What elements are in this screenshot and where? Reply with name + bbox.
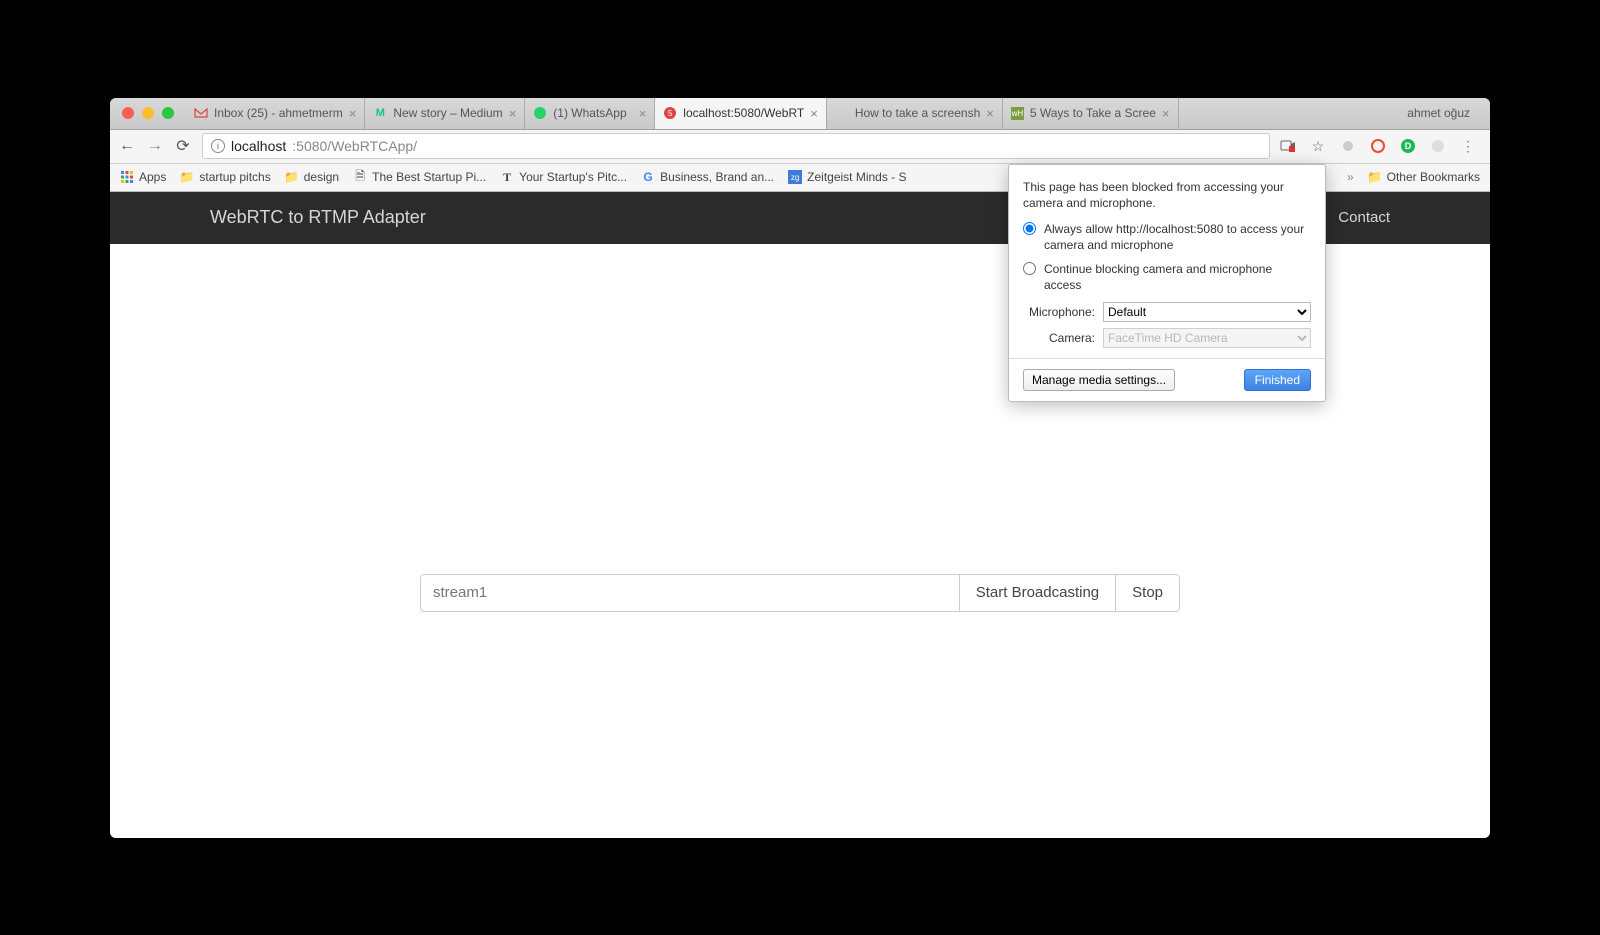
bookmark-label: Zeitgeist Minds - S <box>807 170 906 184</box>
tab-label: How to take a screensh <box>855 106 980 120</box>
toolbar-icons: ☆ D ⋮ <box>1280 138 1482 154</box>
site-info-icon[interactable]: i <box>211 139 225 153</box>
toolbar: ← → ⟳ i localhost :5080/WebRTCApp/ ☆ D ⋮ <box>110 130 1490 164</box>
tab-apple[interactable]: How to take a screensh × <box>827 98 1003 129</box>
radio-block[interactable] <box>1023 262 1036 275</box>
folder-icon: 📁 <box>180 170 194 184</box>
option-allow[interactable]: Always allow http://localhost:5080 to ac… <box>1023 221 1311 253</box>
permission-message: This page has been blocked from accessin… <box>1023 179 1311 211</box>
folder-icon: 📁 <box>1368 170 1382 184</box>
contact-link[interactable]: Contact <box>1338 209 1390 226</box>
tab-wikihow[interactable]: wH 5 Ways to Take a Scree × <box>1003 98 1179 129</box>
popup-footer: Manage media settings... Finished <box>1023 369 1311 391</box>
url-host: localhost <box>231 138 286 154</box>
bookmark-label: Other Bookmarks <box>1387 170 1480 184</box>
apps-icon <box>120 170 134 184</box>
reload-button[interactable]: ⟳ <box>174 136 192 156</box>
bookmark-startup-pitchs[interactable]: 📁 startup pitchs <box>180 170 270 184</box>
profile-name[interactable]: ahmet oğuz <box>1387 106 1490 120</box>
gmail-icon <box>194 106 208 120</box>
wikihow-icon: wH <box>1011 107 1024 120</box>
bookmark-design[interactable]: 📁 design <box>285 170 339 184</box>
close-window-button[interactable] <box>122 107 134 119</box>
page-title: WebRTC to RTMP Adapter <box>210 207 426 228</box>
camera-blocked-icon[interactable] <box>1280 138 1296 154</box>
radio-allow[interactable] <box>1023 222 1036 235</box>
bookmark-zeitgeist[interactable]: zg Zeitgeist Minds - S <box>788 170 906 184</box>
tab-localhost[interactable]: 5 localhost:5080/WebRT × <box>655 98 827 129</box>
close-icon[interactable]: × <box>639 106 647 121</box>
tab-label: localhost:5080/WebRT <box>683 106 804 120</box>
tab-whatsapp[interactable]: (1) WhatsApp × <box>525 98 655 129</box>
bookmarks-overflow[interactable]: » <box>1347 170 1354 184</box>
permission-popup: This page has been blocked from accessin… <box>1008 164 1326 402</box>
tab-label: Inbox (25) - ahmetmerm <box>214 106 343 120</box>
tabs: Inbox (25) - ahmetmerm × M New story – M… <box>186 98 1387 129</box>
extension-icon[interactable] <box>1370 138 1386 154</box>
bookmark-favicon: zg <box>788 170 802 184</box>
stream-name-input[interactable] <box>420 574 960 612</box>
whatsapp-icon <box>533 106 547 120</box>
close-icon[interactable]: × <box>986 106 994 121</box>
apple-icon <box>835 106 849 120</box>
browser-window: Inbox (25) - ahmetmerm × M New story – M… <box>110 98 1490 838</box>
bookmark-apps[interactable]: Apps <box>120 170 166 184</box>
maximize-window-button[interactable] <box>162 107 174 119</box>
chrome-menu-icon[interactable]: ⋮ <box>1460 138 1476 154</box>
forward-button[interactable]: → <box>146 137 164 155</box>
medium-icon: M <box>373 106 387 120</box>
microphone-row: Microphone: Default <box>1023 302 1311 322</box>
microphone-select[interactable]: Default <box>1103 302 1311 322</box>
close-icon[interactable]: × <box>509 106 517 121</box>
broadcast-form: Start Broadcasting Stop <box>420 574 1180 612</box>
manage-media-settings-button[interactable]: Manage media settings... <box>1023 369 1175 391</box>
tab-label: New story – Medium <box>393 106 502 120</box>
close-icon[interactable]: × <box>810 106 818 121</box>
start-broadcasting-button[interactable]: Start Broadcasting <box>960 574 1116 612</box>
camera-select: FaceTime HD Camera <box>1103 328 1311 348</box>
page-icon: 🗎 <box>353 170 367 184</box>
folder-icon: 📁 <box>285 170 299 184</box>
google-icon: G <box>641 170 655 184</box>
address-bar[interactable]: i localhost :5080/WebRTCApp/ <box>202 133 1270 159</box>
extension-icon[interactable]: D <box>1400 138 1416 154</box>
tab-strip: Inbox (25) - ahmetmerm × M New story – M… <box>110 98 1490 130</box>
extension-icon[interactable] <box>1430 138 1446 154</box>
extension-icon[interactable] <box>1340 138 1356 154</box>
tab-label: 5 Ways to Take a Scree <box>1030 106 1156 120</box>
bookmark-label: Apps <box>139 170 166 184</box>
camera-label: Camera: <box>1023 331 1095 345</box>
bookmark-label: startup pitchs <box>199 170 270 184</box>
other-bookmarks[interactable]: 📁 Other Bookmarks <box>1368 170 1480 184</box>
close-icon[interactable]: × <box>1162 106 1170 121</box>
option-allow-label: Always allow http://localhost:5080 to ac… <box>1044 221 1311 253</box>
close-icon[interactable]: × <box>349 106 357 121</box>
window-controls <box>110 107 186 119</box>
bookmark-label: Business, Brand an... <box>660 170 774 184</box>
divider <box>1009 358 1325 359</box>
back-button[interactable]: ← <box>118 137 136 155</box>
bookmark-your-startup[interactable]: T Your Startup's Pitc... <box>500 170 627 184</box>
camera-row: Camera: FaceTime HD Camera <box>1023 328 1311 348</box>
minimize-window-button[interactable] <box>142 107 154 119</box>
bookmark-star-icon[interactable]: ☆ <box>1310 138 1326 154</box>
bookmark-label: Your Startup's Pitc... <box>519 170 627 184</box>
stop-button[interactable]: Stop <box>1116 574 1180 612</box>
tab-label: (1) WhatsApp <box>553 106 632 120</box>
bookmark-label: The Best Startup Pi... <box>372 170 486 184</box>
bookmark-label: design <box>304 170 339 184</box>
option-block[interactable]: Continue blocking camera and microphone … <box>1023 261 1311 293</box>
bookmark-favicon: T <box>500 170 514 184</box>
bookmark-business-brand[interactable]: G Business, Brand an... <box>641 170 774 184</box>
finished-button[interactable]: Finished <box>1244 369 1311 391</box>
bookmark-best-startup[interactable]: 🗎 The Best Startup Pi... <box>353 170 486 184</box>
option-block-label: Continue blocking camera and microphone … <box>1044 261 1311 293</box>
microphone-label: Microphone: <box>1023 305 1095 319</box>
url-path: :5080/WebRTCApp/ <box>292 138 417 154</box>
tab-inbox[interactable]: Inbox (25) - ahmetmerm × <box>186 98 365 129</box>
tab-medium[interactable]: M New story – Medium × <box>365 98 525 129</box>
localhost-icon: 5 <box>663 106 677 120</box>
